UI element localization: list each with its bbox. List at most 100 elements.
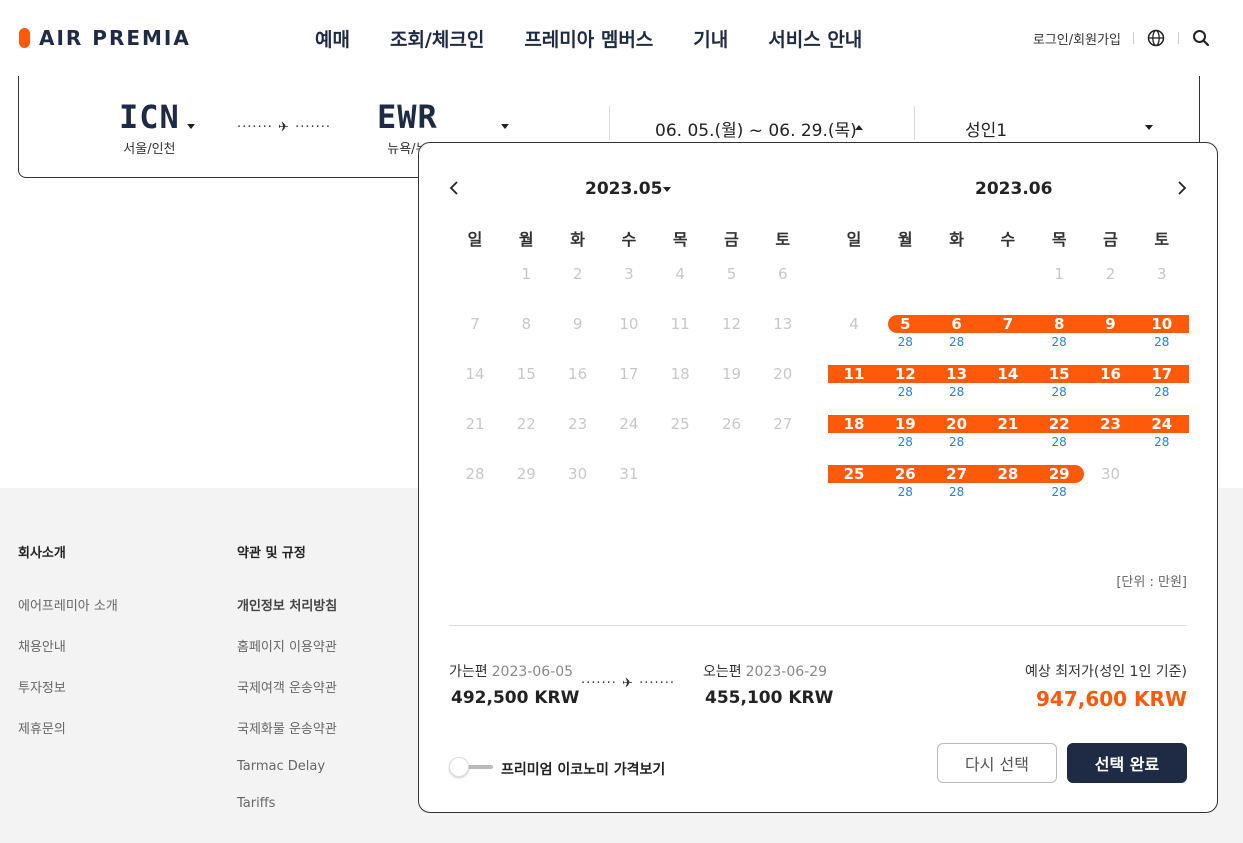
footer-link[interactable]: 투자정보 (18, 677, 118, 696)
june-day[interactable]: 16 (1086, 364, 1136, 384)
price-unit-note: [단위 : 만원] (1116, 575, 1187, 590)
may-day: 17 (619, 365, 639, 383)
may-day: 16 (568, 365, 588, 383)
june-day[interactable]: 9 (1086, 314, 1136, 334)
logo-mark (19, 28, 30, 48)
june-day[interactable]: 22 (1034, 414, 1084, 434)
june-day[interactable]: 14 (983, 364, 1033, 384)
june-day[interactable]: 28 (983, 464, 1033, 484)
may-day: 25 (670, 415, 690, 433)
field-divider (914, 106, 915, 140)
june-day[interactable]: 11 (829, 364, 879, 384)
origin-dropdown-icon[interactable] (187, 124, 195, 129)
may-day: 18 (670, 365, 690, 383)
month-dropdown-icon[interactable] (663, 187, 671, 192)
passenger-field[interactable]: 성인1 (965, 116, 1007, 141)
inbound-label-text: 오는편 (703, 664, 742, 680)
footer-link[interactable]: 에어프레미아 소개 (18, 595, 118, 614)
inbound-price: 455,100 KRW (705, 688, 834, 708)
footer-link[interactable]: 채용안내 (18, 636, 118, 655)
globe-icon[interactable] (1146, 28, 1166, 48)
calendar-divider (449, 625, 1187, 626)
footer-link[interactable]: Tariffs (237, 796, 337, 811)
june-day[interactable]: 15 (1034, 364, 1084, 384)
june-day[interactable]: 24 (1137, 414, 1187, 434)
footer-col-company: 회사소개 에어프레미아 소개 채용안내 투자정보 제휴문의 (18, 542, 118, 759)
may-day: 31 (619, 465, 639, 483)
origin-selector[interactable]: ICN 서울/인천 (119, 98, 180, 157)
june-day[interactable]: 29 (1034, 464, 1084, 484)
june-day[interactable]: 26 (880, 464, 930, 484)
may-day: 6 (778, 265, 788, 283)
june-day: 30 (1100, 465, 1121, 483)
may-day: 20 (773, 365, 793, 383)
may-day: 21 (465, 415, 485, 433)
may-day: 14 (465, 365, 485, 383)
next-month-icon[interactable] (1175, 179, 1187, 200)
date-dropdown-icon[interactable] (855, 125, 863, 130)
origin-city: 서울/인천 (123, 142, 176, 157)
may-day: 22 (516, 415, 536, 433)
logo[interactable]: AIR PREMIA (19, 26, 191, 50)
confirm-button[interactable]: 선택 완료 (1067, 743, 1187, 783)
footer-link[interactable]: 국제화물 운송약관 (237, 718, 337, 737)
june-day-price: 28 (1154, 335, 1170, 349)
footer-link[interactable]: 개인정보 처리방침 (237, 595, 337, 614)
calendar-popup: 2023.05 2023.06 일 월 화 수 목 금 토 1 2 3 4 5 6 7 8 9 10 11 12 13… (418, 142, 1218, 813)
june-day[interactable]: 23 (1086, 414, 1136, 434)
nav-members[interactable]: 프레미아 멤버스 (524, 25, 653, 52)
nav-checkin[interactable]: 조회/체크인 (390, 25, 484, 52)
footer-link[interactable]: 국제여객 운송약관 (237, 677, 337, 696)
date-range-field[interactable]: 06. 05.(월) ~ 06. 29.(목) (655, 116, 857, 141)
destination-dropdown-icon[interactable] (501, 124, 509, 129)
login-link[interactable]: 로그인/회원가입 (1033, 29, 1121, 48)
june-day[interactable]: 27 (932, 464, 982, 484)
may-day: 24 (619, 415, 639, 433)
nav-service[interactable]: 서비스 안내 (768, 25, 862, 52)
june-day[interactable]: 25 (829, 464, 879, 484)
footer-link[interactable]: 홈페이지 이용약관 (237, 636, 337, 655)
may-weekday: 월 (518, 230, 534, 249)
left-month-title[interactable]: 2023.05 (585, 179, 662, 199)
reset-button[interactable]: 다시 선택 (937, 743, 1057, 783)
passenger-dropdown-icon[interactable] (1145, 125, 1153, 130)
may-day: 13 (773, 315, 793, 333)
june-day[interactable]: 18 (829, 414, 879, 434)
june-day[interactable]: 19 (880, 414, 930, 434)
footer-link[interactable]: 제휴문의 (18, 718, 118, 737)
prev-month-icon[interactable] (449, 179, 461, 200)
june-weekday: 수 (1000, 230, 1016, 249)
june-day-price: 28 (1051, 435, 1067, 449)
may-day: 27 (773, 415, 793, 433)
outbound-price: 492,500 KRW (451, 688, 580, 708)
june-day-price: 28 (897, 435, 913, 449)
estimate-price: 947,600 KRW (1035, 687, 1187, 711)
footer-heading: 회사소개 (18, 546, 66, 561)
june-day[interactable]: 6 (932, 314, 982, 334)
premium-economy-toggle[interactable] (449, 757, 493, 777)
june-day[interactable]: 5 (880, 314, 930, 334)
june-day[interactable]: 20 (932, 414, 982, 434)
june-day[interactable]: 10 (1137, 314, 1187, 334)
footer-heading: 약관 및 규정 (237, 546, 306, 561)
logo-text: AIR PREMIA (39, 26, 191, 50)
footer-link[interactable]: Tarmac Delay (237, 759, 337, 774)
june-day[interactable]: 8 (1034, 314, 1084, 334)
june-day[interactable]: 7 (983, 314, 1033, 334)
june-day[interactable]: 17 (1137, 364, 1187, 384)
june-day[interactable]: 13 (932, 364, 982, 384)
may-weekday: 일 (467, 230, 483, 249)
june-day[interactable]: 12 (880, 364, 930, 384)
may-day: 3 (624, 265, 634, 283)
june-weekday: 목 (1051, 230, 1067, 249)
outbound-label-text: 가는편 (449, 664, 488, 680)
nav-booking[interactable]: 예매 (315, 25, 350, 52)
search-icon[interactable] (1191, 28, 1211, 48)
nav-inflight[interactable]: 기내 (693, 25, 728, 52)
may-weekday: 수 (621, 230, 637, 249)
june-day[interactable]: 21 (983, 414, 1033, 434)
june-weekday: 화 (949, 230, 964, 249)
estimate-label: 예상 최저가(성인 1인 기준) (1025, 664, 1187, 680)
may-day: 8 (521, 315, 532, 333)
may-day: 15 (516, 365, 536, 383)
